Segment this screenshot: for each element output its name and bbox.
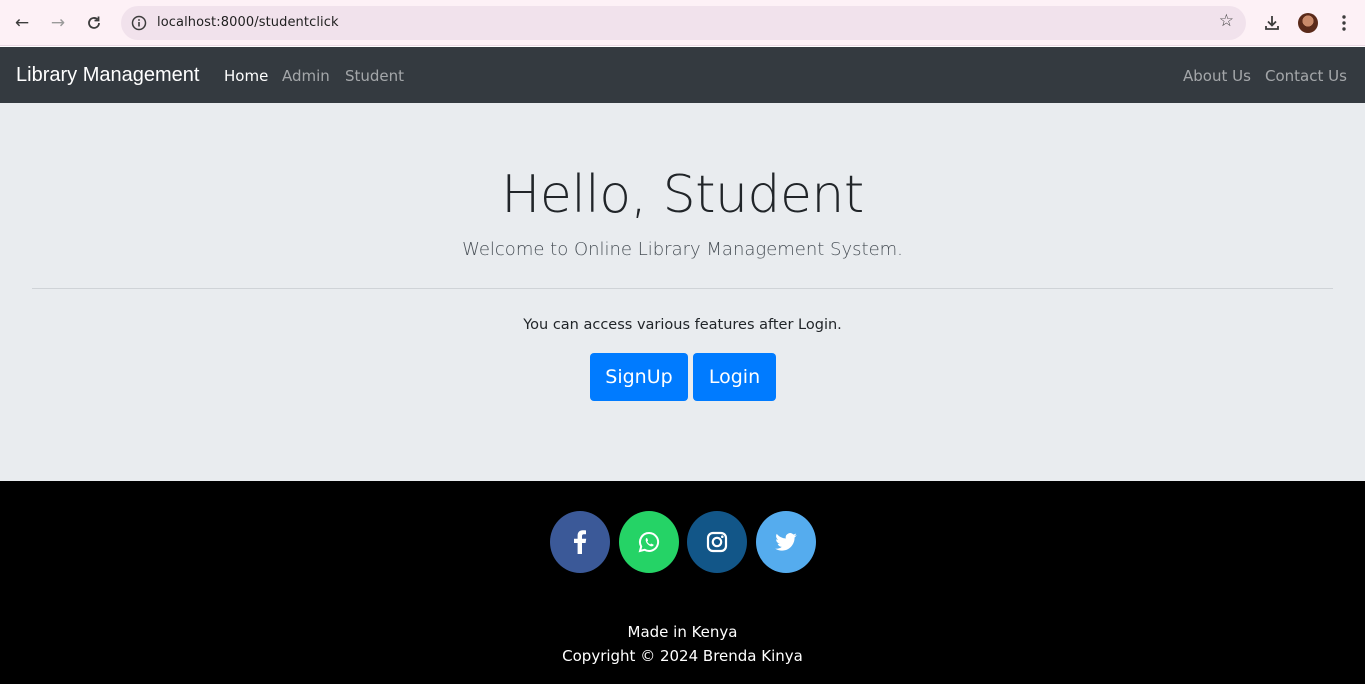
kebab-menu-icon[interactable] (1334, 12, 1354, 34)
navbar-brand[interactable]: Library Management (16, 64, 199, 87)
top-navbar: Library Management Home Admin Student Ab… (0, 47, 1365, 103)
back-arrow-icon[interactable]: ← (9, 10, 35, 36)
address-bar[interactable]: localhost:8000/studentclick ☆ (121, 6, 1246, 40)
hero-title: Hello, Student (501, 165, 864, 225)
hero-section: Hello, Student Welcome to Online Library… (0, 103, 1365, 481)
reload-icon[interactable] (81, 10, 107, 36)
browser-toolbar: ← → localhost:8000/studentclick ☆ (0, 0, 1365, 46)
star-icon[interactable]: ☆ (1219, 11, 1234, 31)
footer-made-in: Made in Kenya (627, 623, 738, 641)
nav-link-admin[interactable]: Admin (282, 67, 330, 85)
login-button[interactable]: Login (693, 353, 776, 401)
nav-link-student[interactable]: Student (345, 67, 404, 85)
facebook-icon[interactable] (550, 511, 610, 573)
instagram-icon[interactable] (687, 511, 747, 573)
hero-text: You can access various features after Lo… (523, 317, 842, 333)
signup-button[interactable]: SignUp (590, 353, 688, 401)
site-info-icon[interactable] (129, 13, 149, 33)
nav-link-about-us[interactable]: About Us (1183, 67, 1251, 85)
hero-divider (32, 288, 1333, 289)
forward-arrow-icon[interactable]: → (45, 10, 71, 36)
nav-link-contact-us[interactable]: Contact Us (1265, 67, 1347, 85)
avatar[interactable] (1298, 13, 1318, 33)
hero-subtitle: Welcome to Online Library Management Sys… (462, 239, 903, 260)
footer: Made in Kenya Copyright © 2024 Brenda Ki… (0, 481, 1365, 684)
whatsapp-icon[interactable] (619, 511, 679, 573)
nav-link-home[interactable]: Home (224, 67, 268, 85)
download-icon[interactable] (1262, 12, 1282, 34)
url-text[interactable]: localhost:8000/studentclick (157, 15, 339, 30)
footer-copyright: Copyright © 2024 Brenda Kinya (562, 647, 803, 665)
twitter-icon[interactable] (756, 511, 816, 573)
